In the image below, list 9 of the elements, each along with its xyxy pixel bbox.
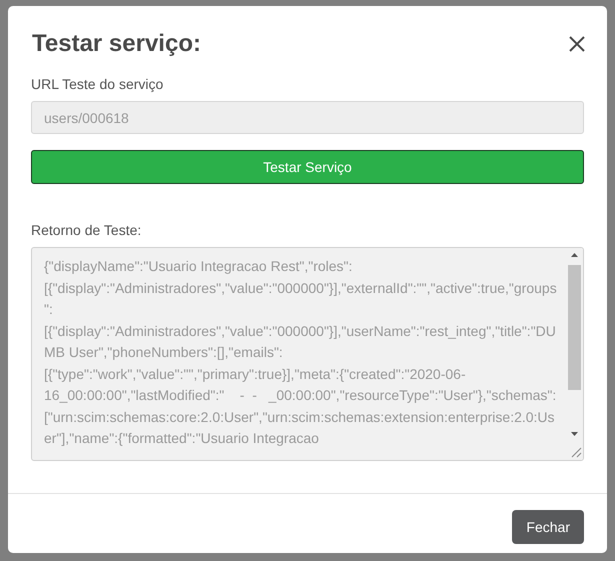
- result-textarea[interactable]: [31, 247, 584, 461]
- result-text: {"displayName":"Usuario Integracao Rest","roles":[{"display":"Administradores","value":"000000"}],"externalId":"","active":true,"groups":[{"display":"Administradores","value":"000000"}],"userName":"rest_integ","title":"DUMB User","phoneNumbers":[],"emails":[{"type":"work","value":"","primary":true}],"meta":{"created":"2020-06-16_00:00:00","lastModified":" - - _00:00:00","resourceType":"User"},"schemas":["urn:scim:schemas:core:2.0:User","urn:scim:schemas:extension:enterprise:2.0:User"],"name":{"formatted":"Usuario Integracao: [43, 257, 558, 448]
- close-button[interactable]: Fechar: [512, 510, 584, 544]
- field-label: URL Teste do serviço: [31, 75, 164, 94]
- scrollbar[interactable]: [566, 248, 583, 460]
- field-label: Retorno de Teste:: [31, 221, 142, 240]
- close-icon[interactable]: [569, 36, 585, 52]
- test-service-button[interactable]: Testar Serviço: [31, 150, 584, 184]
- dialog-title: Testar serviço:: [32, 29, 201, 59]
